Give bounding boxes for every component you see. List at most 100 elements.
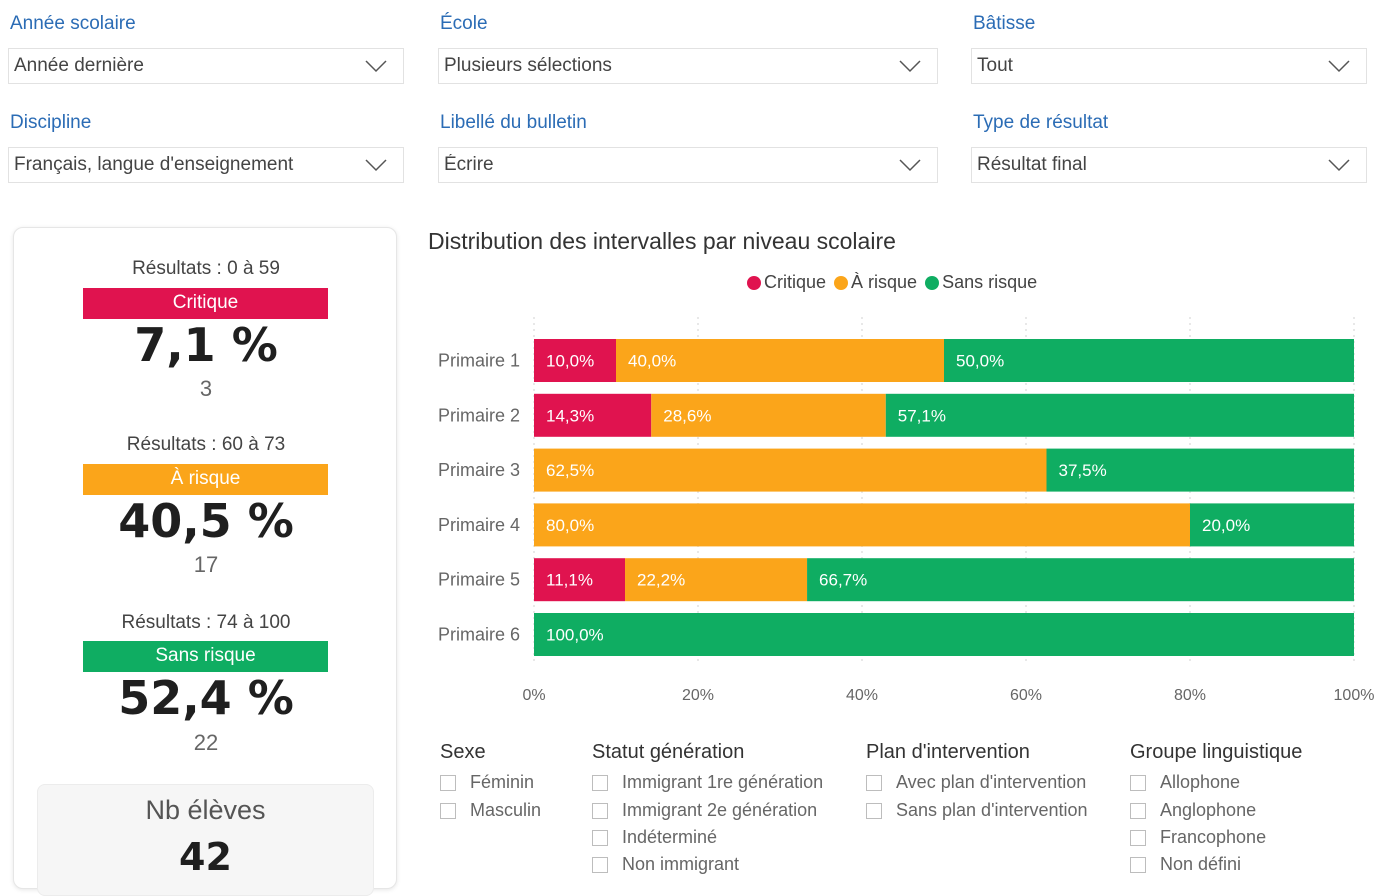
x-tick-label: 20% [682, 687, 714, 704]
checkbox-label: Immigrant 1re génération [622, 772, 824, 792]
filter-label-ecole: École [440, 13, 488, 34]
legend-label-critique: Critique [764, 272, 827, 292]
checkbox-avec-plan[interactable]: Avec plan d'intervention [866, 772, 1086, 793]
category-label: Primaire 3 [438, 460, 520, 480]
bar-segment [944, 339, 1354, 382]
ecole-dropdown[interactable]: Plusieurs sélections [438, 48, 938, 84]
checkbox-label: Francophone [1160, 827, 1267, 847]
checkbox-indetermine[interactable]: Indéterminé [592, 827, 717, 848]
chevron-down-icon [1328, 60, 1350, 73]
risque-count: 17 [193, 552, 219, 577]
checkbox-box[interactable] [1130, 774, 1146, 791]
data-label: 10,0% [546, 352, 594, 371]
type-resultat-dropdown[interactable]: Résultat final [971, 147, 1367, 183]
checkbox-box[interactable] [440, 802, 456, 819]
checkbox-sans-plan[interactable]: Sans plan d'intervention [866, 800, 1088, 821]
filter-label-batisse: Bâtisse [973, 13, 1036, 34]
checkbox-non-defini[interactable]: Non défini [1130, 854, 1241, 875]
checkbox-label: Sans plan d'intervention [896, 800, 1088, 820]
checkbox-masculin[interactable]: Masculin [440, 800, 541, 821]
checkbox-immigrant-2[interactable]: Immigrant 2e génération [592, 800, 817, 821]
checkbox-box[interactable] [866, 774, 882, 791]
batisse-dropdown[interactable]: Tout [971, 48, 1367, 84]
checkbox-box[interactable] [592, 802, 608, 819]
checkbox-label: Masculin [470, 800, 542, 820]
legend-item-sans-risque[interactable]: Sans risque [925, 272, 1037, 293]
libelle-dropdown[interactable]: Écrire [438, 147, 938, 183]
checkbox-box[interactable] [592, 856, 608, 873]
risque-band: À risque [83, 464, 328, 495]
data-label: 50,0% [956, 352, 1004, 371]
annee-value: Année dernière [14, 55, 144, 76]
slicer-title-statut: Statut génération [592, 741, 745, 763]
checkbox-label: Allophone [1160, 772, 1241, 792]
checkbox-box[interactable] [1130, 829, 1146, 846]
data-label: 40,0% [628, 352, 676, 371]
checkbox-francophone[interactable]: Francophone [1130, 827, 1266, 848]
data-label: 80,0% [546, 516, 594, 535]
data-label: 37,5% [1059, 461, 1107, 480]
sans-risque-pct: 52,4 % [118, 671, 294, 725]
legend-item-critique[interactable]: Critique [747, 272, 826, 293]
batisse-value: Tout [977, 55, 1013, 76]
legend-dot-critique [747, 275, 761, 290]
checkbox-box[interactable] [592, 829, 608, 846]
checkbox-label: Anglophone [1160, 800, 1257, 820]
data-label: 66,7% [819, 571, 867, 590]
slicer-title-plan: Plan d'intervention [866, 741, 1030, 763]
checkbox-box[interactable] [1130, 802, 1146, 819]
checkbox-allophone[interactable]: Allophone [1130, 772, 1240, 793]
sans-risque-band: Sans risque [83, 641, 328, 672]
bar-segment [534, 503, 1190, 547]
checkbox-label: Avec plan d'intervention [896, 772, 1087, 792]
data-label: 62,5% [546, 461, 594, 480]
x-tick-label: 80% [1174, 687, 1206, 704]
nb-eleves-label: Nb élèves [145, 795, 266, 825]
chart-title: Distribution des intervalles par niveau … [428, 228, 896, 254]
nb-eleves-value: 42 [179, 835, 232, 879]
checkbox-non-immigrant[interactable]: Non immigrant [592, 854, 739, 875]
checkbox-label: Non immigrant [622, 854, 740, 874]
discipline-dropdown[interactable]: Français, langue d'enseignement [8, 147, 404, 183]
checkbox-label: Indéterminé [622, 827, 718, 847]
critique-range: Résultats : 0 à 59 [132, 258, 280, 279]
chevron-down-icon [899, 159, 921, 172]
data-label: 57,1% [898, 406, 946, 425]
slicer-title-groupe: Groupe linguistique [1130, 741, 1303, 763]
bar-segment [885, 393, 1354, 437]
bar-segment [807, 558, 1354, 602]
checkbox-label: Immigrant 2e génération [622, 800, 818, 820]
checkbox-anglophone[interactable]: Anglophone [1130, 800, 1256, 821]
category-label: Primaire 1 [438, 351, 520, 371]
checkbox-feminin[interactable]: Féminin [440, 772, 534, 793]
annee-dropdown[interactable]: Année dernière [8, 48, 404, 84]
filter-label-type-resultat: Type de résultat [973, 112, 1109, 133]
checkbox-box[interactable] [440, 774, 456, 791]
summary-card: Résultats : 0 à 59 Critique 7,1 % 3 Résu… [13, 227, 397, 896]
chevron-down-icon [365, 159, 387, 172]
data-label: 22,2% [637, 571, 685, 590]
bar-segment [534, 448, 1047, 492]
x-tick-label: 40% [846, 687, 878, 704]
risque-pct: 40,5 % [118, 494, 294, 548]
legend-label-risque: À risque [851, 272, 918, 292]
chart-legend: Critique À risque Sans risque [747, 272, 1037, 293]
checkbox-box[interactable] [866, 802, 882, 819]
x-tick-label: 0% [522, 687, 545, 704]
ecole-value: Plusieurs sélections [444, 55, 612, 76]
risque-range: Résultats : 60 à 73 [126, 434, 286, 455]
critique-count: 3 [199, 376, 213, 401]
legend-item-risque[interactable]: À risque [834, 272, 917, 293]
legend-dot-risque [834, 275, 849, 290]
checkbox-immigrant-1[interactable]: Immigrant 1re génération [592, 772, 823, 793]
data-label: 100,0% [546, 626, 604, 645]
slicer-title-sexe: Sexe [440, 741, 486, 763]
sans-risque-range: Résultats : 74 à 100 [121, 612, 291, 633]
category-label: Primaire 2 [438, 405, 520, 425]
legend-dot-sans-risque [925, 275, 940, 290]
data-label: 14,3% [546, 406, 594, 425]
filter-label-annee: Année scolaire [10, 13, 136, 34]
checkbox-box[interactable] [592, 774, 608, 791]
checkbox-box[interactable] [1130, 856, 1146, 873]
critique-band: Critique [83, 288, 328, 319]
